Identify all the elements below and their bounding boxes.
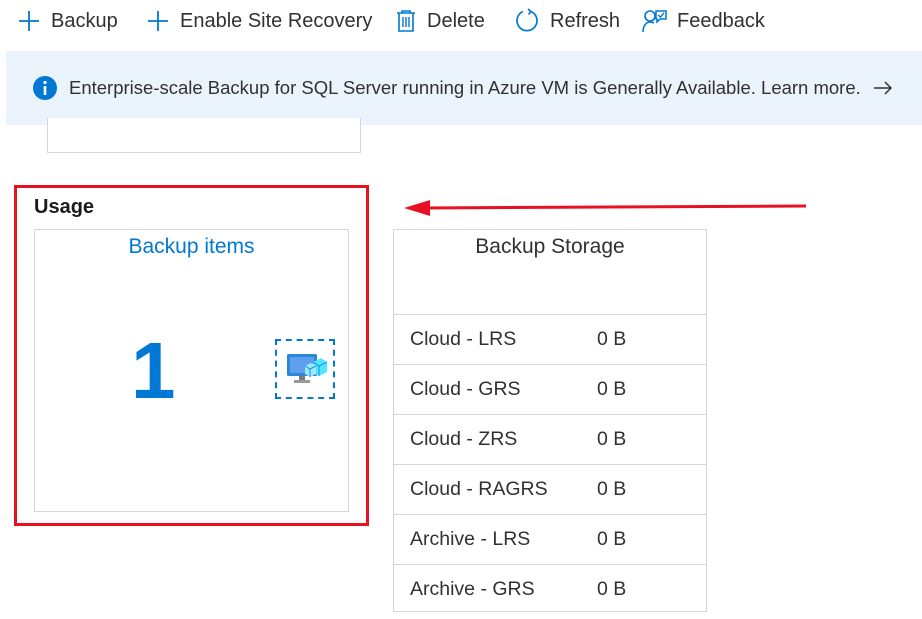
storage-row-name: Cloud - RAGRS bbox=[410, 478, 548, 500]
backup-items-count[interactable]: 1 bbox=[131, 326, 176, 416]
delete-button-label: Delete bbox=[427, 9, 485, 32]
backup-storage-tile[interactable]: Backup Storage Cloud - LRS 0 B Cloud - G… bbox=[393, 229, 707, 612]
storage-row[interactable]: Cloud - ZRS 0 B bbox=[394, 414, 706, 464]
delete-button[interactable]: Delete bbox=[395, 4, 485, 38]
refresh-button-label: Refresh bbox=[550, 9, 621, 32]
arrow-right-icon[interactable] bbox=[873, 81, 893, 95]
usage-heading: Usage bbox=[34, 196, 95, 218]
info-icon bbox=[33, 76, 57, 100]
storage-row-name: Cloud - ZRS bbox=[410, 428, 518, 450]
storage-row-name: Archive - GRS bbox=[410, 578, 535, 600]
backup-button[interactable]: Backup bbox=[17, 4, 118, 38]
backup-button-label: Backup bbox=[51, 9, 118, 32]
plus-icon bbox=[146, 9, 170, 33]
storage-list: Cloud - LRS 0 B Cloud - GRS 0 B Cloud - … bbox=[394, 314, 706, 614]
backup-items-title[interactable]: Backup items bbox=[35, 235, 348, 259]
enable-site-recovery-button[interactable]: Enable Site Recovery bbox=[146, 4, 372, 38]
storage-row-value: 0 B bbox=[597, 578, 627, 600]
info-banner[interactable]: Enterprise-scale Backup for SQL Server r… bbox=[6, 51, 922, 125]
plus-icon bbox=[17, 9, 41, 33]
banner-message[interactable]: Enterprise-scale Backup for SQL Server r… bbox=[69, 77, 861, 99]
storage-row[interactable]: Cloud - RAGRS 0 B bbox=[394, 464, 706, 514]
storage-row-value: 0 B bbox=[597, 528, 627, 550]
storage-row-name: Archive - LRS bbox=[410, 528, 531, 550]
enable-site-recovery-label: Enable Site Recovery bbox=[180, 9, 373, 32]
trash-icon bbox=[395, 9, 417, 33]
vm-backup-icon bbox=[275, 339, 335, 399]
previous-tile bbox=[47, 118, 361, 153]
storage-row-name: Cloud - LRS bbox=[410, 328, 517, 350]
feedback-button-label: Feedback bbox=[677, 9, 765, 32]
storage-row-value: 0 B bbox=[597, 478, 627, 500]
backup-storage-title: Backup Storage bbox=[475, 235, 625, 258]
red-arrow-annotation bbox=[400, 195, 810, 226]
storage-row[interactable]: Cloud - GRS 0 B bbox=[394, 364, 706, 414]
feedback-button[interactable]: Feedback bbox=[641, 4, 765, 38]
storage-row-value: 0 B bbox=[597, 428, 627, 450]
command-bar: Backup Enable Site Recovery Delete Refre… bbox=[0, 0, 922, 42]
storage-row[interactable]: Cloud - LRS 0 B bbox=[394, 314, 706, 364]
storage-row[interactable]: Archive - LRS 0 B bbox=[394, 514, 706, 564]
storage-row-name: Cloud - GRS bbox=[410, 378, 521, 400]
backup-items-tile[interactable]: Backup items 1 bbox=[34, 229, 349, 512]
refresh-button[interactable]: Refresh bbox=[514, 4, 620, 38]
feedback-icon bbox=[641, 8, 667, 34]
storage-row-value: 0 B bbox=[597, 328, 627, 350]
refresh-icon bbox=[514, 8, 540, 34]
storage-row[interactable]: Archive - GRS 0 B bbox=[394, 564, 706, 614]
storage-row-value: 0 B bbox=[597, 378, 627, 400]
